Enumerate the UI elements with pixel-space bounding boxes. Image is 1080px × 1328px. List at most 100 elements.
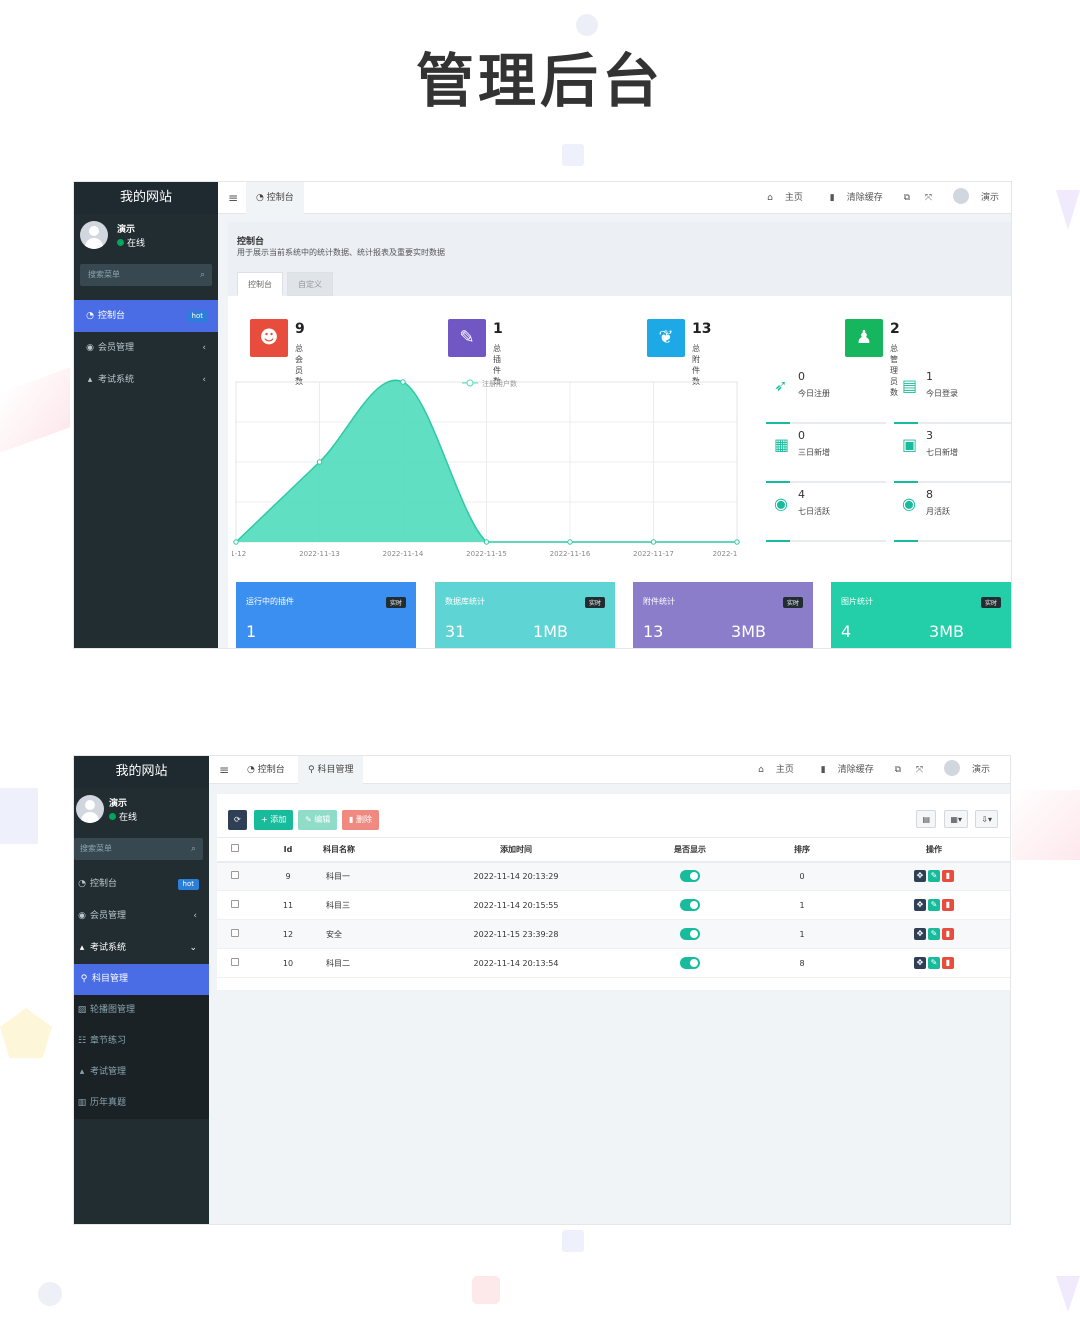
kpi-underline: [894, 540, 918, 542]
cell-name: 科目一: [323, 861, 398, 891]
drag-sort-icon[interactable]: ✥: [914, 899, 926, 911]
fullscreen-icon[interactable]: ⤧: [925, 182, 932, 214]
table-row[interactable]: 10 科目二 2022-11-14 20:13:54 8 ✥ ✎ ▮: [217, 948, 1010, 978]
delete-row-icon[interactable]: ▮: [942, 899, 954, 911]
edit-row-icon[interactable]: ✎: [928, 899, 940, 911]
sidebar-item-label: 控制台: [98, 311, 126, 321]
delete-row-icon[interactable]: ▮: [942, 870, 954, 883]
row-checkbox[interactable]: [217, 890, 253, 920]
columns-dropdown-icon[interactable]: ▦▾: [944, 810, 968, 828]
clear-cache-button[interactable]: ▮ 清除缓存: [815, 756, 880, 784]
tab-custom[interactable]: 自定义: [287, 272, 333, 296]
checkbox-icon: [231, 958, 239, 966]
sidebar-item-members[interactable]: ◉ 会员管理 ‹: [74, 900, 209, 932]
edit-row-icon[interactable]: ✎: [928, 957, 940, 969]
refresh-button[interactable]: ⟳: [228, 810, 247, 830]
topbar-actions: ⌂ 主页 ▮ 清除缓存 ⧉ ⤧ 演示: [746, 756, 1002, 784]
site-logo[interactable]: 我的网站: [74, 756, 209, 788]
user-menu[interactable]: 演示: [938, 756, 996, 784]
kpi-label: 今日注册: [798, 389, 830, 398]
table-row[interactable]: 12 安全 2022-11-15 23:39:28 1 ✥ ✎ ▮: [217, 919, 1010, 949]
topbar: ≡ ◔ 控制台 ⚲ 科目管理 ⌂ 主页 ▮ 清除缓存 ⧉ ⤧ 演示: [209, 756, 1010, 784]
export-dropdown-icon[interactable]: ⇩▾: [975, 810, 998, 828]
table-row[interactable]: 11 科目三 2022-11-14 20:15:55 1 ✥ ✎ ▮: [217, 890, 1010, 920]
col-visible[interactable]: 是否显示: [634, 837, 746, 863]
drag-sort-icon[interactable]: ✥: [914, 870, 926, 883]
visible-toggle[interactable]: [680, 870, 700, 883]
tab-label: 科目管理: [317, 765, 354, 775]
sidebar-item-dashboard[interactable]: ◔ 控制台 hot: [74, 868, 209, 900]
sidebar-search-input[interactable]: 搜索菜单 ⌕: [74, 838, 203, 860]
row-checkbox[interactable]: [217, 861, 253, 891]
trash-icon: ▮: [829, 193, 835, 203]
chevron-left-icon: ‹: [193, 911, 197, 921]
page-header-title: 控制台: [237, 237, 265, 247]
visible-toggle[interactable]: [680, 957, 700, 969]
tab-console[interactable]: 控制台: [237, 272, 283, 296]
sidebar-item-carousel[interactable]: ▨ 轮播图管理: [74, 995, 209, 1026]
sidebar-item-subjects[interactable]: ⚲ 科目管理: [74, 964, 209, 995]
table-header-row: Id 科目名称 添加时间 是否显示 排序 操作: [217, 837, 1010, 863]
search-icon[interactable]: ⌕: [200, 264, 205, 286]
language-icon[interactable]: ⧉: [895, 756, 901, 784]
home-link[interactable]: ⌂ 主页: [752, 756, 800, 784]
visible-toggle[interactable]: [680, 899, 700, 911]
delete-row-icon[interactable]: ▮: [942, 928, 954, 940]
pencil-icon: ✎: [305, 815, 315, 824]
tab-subjects[interactable]: ⚲ 科目管理: [298, 756, 364, 784]
visible-toggle[interactable]: [680, 928, 700, 940]
trash-icon: ▮: [820, 765, 826, 775]
tab-dashboard[interactable]: ◔ 控制台: [246, 182, 304, 214]
sidebar-item-past-papers[interactable]: ▥ 历年真题: [74, 1088, 209, 1119]
avatar: [943, 760, 960, 776]
chevron-left-icon: ‹: [202, 343, 206, 353]
fullscreen-icon[interactable]: ⤧: [916, 756, 923, 784]
chart-point: [400, 379, 406, 385]
realtime-badge: 实时: [385, 597, 406, 608]
search-icon[interactable]: ⌕: [191, 838, 196, 860]
menu-toggle-icon[interactable]: ≡: [228, 182, 238, 214]
sidebar-item-dashboard[interactable]: ◔ 控制台 hot: [74, 300, 218, 332]
edit-row-icon[interactable]: ✎: [928, 928, 940, 940]
menu-toggle-icon[interactable]: ≡: [219, 756, 229, 784]
col-name[interactable]: 科目名称: [323, 837, 398, 863]
dashboard-screenshot: 我的网站 演示 在线 搜索菜单 ⌕ ◔ 控制台 hot ◉ 会员管理 ‹ ▴ 考试系统 ‹ ≡…: [74, 182, 1011, 648]
sidebar-item-members[interactable]: ◉ 会员管理 ‹: [74, 332, 218, 364]
drag-sort-icon[interactable]: ✥: [914, 928, 926, 940]
select-all-checkbox[interactable]: [217, 837, 253, 863]
kpi-today-register: ➶ 0 今日注册: [766, 368, 886, 424]
row-checkbox[interactable]: [217, 948, 253, 978]
col-id[interactable]: Id: [253, 837, 323, 863]
delete-row-icon[interactable]: ▮: [942, 957, 954, 969]
tab-dashboard[interactable]: ◔ 控制台: [237, 756, 295, 784]
user-circle-icon: ◉: [774, 494, 788, 513]
cell-sort: 0: [746, 861, 858, 891]
delete-button[interactable]: ▮ 删除: [342, 810, 379, 830]
cell-name: 安全: [323, 919, 398, 949]
sidebar-search-input[interactable]: 搜索菜单 ⌕: [80, 264, 212, 286]
user-menu[interactable]: 演示: [947, 182, 1005, 214]
edit-button[interactable]: ✎ 编辑: [298, 810, 338, 830]
sidebar-item-exam[interactable]: ▴ 考试系统 ‹: [74, 364, 218, 396]
col-time[interactable]: 添加时间: [398, 837, 634, 863]
kpi-7day-active: ◉ 4 七日活跃: [766, 486, 886, 542]
sidebar-item-chapter-practice[interactable]: ☷ 章节练习: [74, 1026, 209, 1057]
col-sort[interactable]: 排序: [746, 837, 858, 863]
sidebar-item-exam-management[interactable]: ▴ 考试管理: [74, 1057, 209, 1088]
sidebar-item-exam[interactable]: ▴ 考试系统 ⌄: [74, 932, 209, 964]
search-toggle-icon[interactable]: ▤: [916, 810, 936, 828]
chart-point: [567, 539, 573, 545]
add-button[interactable]: + 添加: [254, 810, 294, 830]
kpi-today-login: ▤ 1 今日登录: [894, 368, 1011, 424]
magic-icon: ✎: [448, 319, 486, 357]
edit-row-icon[interactable]: ✎: [928, 870, 940, 883]
table-row[interactable]: 9 科目一 2022-11-14 20:13:29 0 ✥ ✎ ▮: [217, 861, 1010, 891]
clear-cache-button[interactable]: ▮ 清除缓存: [824, 182, 889, 214]
row-checkbox[interactable]: [217, 919, 253, 949]
drag-sort-icon[interactable]: ✥: [914, 957, 926, 969]
language-icon[interactable]: ⧉: [904, 182, 910, 214]
site-logo[interactable]: 我的网站: [74, 182, 218, 214]
home-link[interactable]: ⌂ 主页: [761, 182, 809, 214]
decor-triangle: [1056, 1276, 1080, 1312]
checkbox-icon: [231, 844, 239, 853]
